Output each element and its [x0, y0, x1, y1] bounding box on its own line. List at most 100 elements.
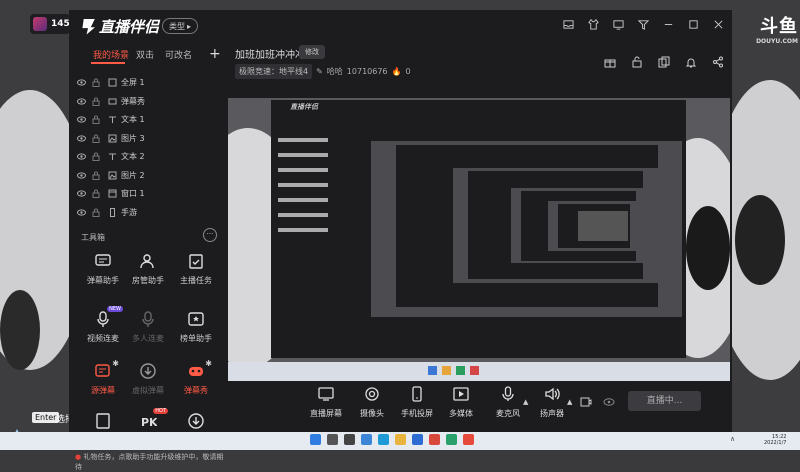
go-live-button[interactable]: 直播中... — [628, 391, 701, 411]
app-logo-text: 直播伴侣 — [99, 18, 160, 36]
eye-icon[interactable] — [77, 189, 86, 198]
file-explorer-icon[interactable] — [395, 434, 406, 445]
eye-icon[interactable] — [77, 152, 86, 161]
tool-label: 虚拟弹幕 — [132, 386, 164, 395]
tool-room-admin[interactable]: 房管助手 — [122, 252, 174, 288]
search-icon[interactable] — [327, 434, 338, 445]
danmu-source-icon: ✱ — [93, 359, 119, 382]
video-mic-icon: NEW — [93, 306, 123, 330]
bottom-tool-label: 直播屏幕 — [310, 409, 342, 418]
lock-icon[interactable] — [92, 78, 100, 87]
svg-text:PK: PK — [141, 416, 157, 429]
lock-icon[interactable] — [92, 97, 100, 106]
lock-icon[interactable] — [629, 54, 645, 70]
camera-button[interactable]: 摄像头 — [352, 386, 392, 419]
eye-icon[interactable] — [77, 97, 86, 106]
live-screen-button[interactable]: 直播屏幕 — [306, 386, 346, 419]
copy-icon[interactable] — [656, 54, 672, 70]
eye-icon[interactable] — [77, 78, 86, 87]
lock-icon[interactable] — [92, 134, 100, 143]
clipboard-check-icon — [186, 252, 206, 272]
mobile-cast-button[interactable]: 手机投屏 — [397, 386, 437, 419]
eye-icon[interactable] — [77, 115, 86, 124]
chat-bubble-icon — [93, 252, 113, 272]
monitor-icon[interactable] — [610, 16, 626, 32]
gift-box-icon[interactable] — [602, 54, 618, 70]
chrome-icon[interactable] — [429, 434, 440, 445]
pencil-icon[interactable]: ✎ — [316, 67, 323, 76]
edit-button[interactable]: 修改 — [299, 45, 325, 59]
edge-icon[interactable] — [378, 434, 389, 445]
bitrate-label: 哈哈 — [326, 67, 343, 76]
play-triangle-icon: ▸ — [186, 21, 191, 31]
system-clock[interactable]: 15:22 2022/1/7 — [764, 434, 786, 446]
live-companion-window: 直播伴侣 类型 ▸ 我的场景 双击 可改名 + 全屏 1 弹幕秀 文本 1 图片 3文… — [69, 10, 732, 471]
store-icon[interactable] — [412, 434, 423, 445]
maintenance-notice: ● 礼物任务，点歌助手功能升级维护中，敬请期待 — [75, 452, 227, 472]
inbox-icon[interactable] — [560, 16, 576, 32]
eye-icon[interactable] — [77, 171, 86, 180]
eye-icon[interactable] — [603, 393, 615, 412]
microphone-button[interactable]: 麦克风 — [488, 386, 528, 419]
shirt-icon[interactable] — [585, 16, 601, 32]
source-item[interactable]: 图片 3 — [69, 130, 227, 148]
record-icon[interactable] — [580, 393, 592, 412]
source-item[interactable]: 全屏 1 — [69, 74, 227, 92]
bell-icon[interactable] — [683, 54, 699, 70]
type-label: 类型 — [168, 21, 185, 31]
category-label[interactable]: 极限竞速：地平线4 — [235, 64, 313, 79]
media-icon — [441, 386, 481, 406]
source-item[interactable]: 弹幕秀 — [69, 93, 227, 111]
bottom-tool-label: 麦克风 — [496, 409, 520, 418]
windows-start-icon[interactable] — [310, 434, 321, 445]
tool-label: 弹幕秀 — [184, 386, 208, 395]
chevron-up-icon[interactable]: ∧ — [730, 435, 735, 443]
tool-virtual-danmu[interactable]: 虚拟弹幕 — [122, 362, 174, 398]
minimize-icon[interactable] — [660, 16, 676, 32]
speaker-button[interactable]: 扬声器 — [532, 386, 572, 419]
tab-my-scenes[interactable]: 我的场景 — [93, 48, 129, 61]
tool-host-tasks[interactable]: 主播任务 — [170, 252, 222, 288]
add-scene-button[interactable]: + — [209, 46, 221, 62]
eye-icon[interactable] — [77, 208, 86, 217]
stream-preview[interactable]: 直播伴侣 — [228, 98, 730, 381]
widgets-icon[interactable] — [361, 434, 372, 445]
lock-icon[interactable] — [92, 208, 100, 217]
funnel-icon[interactable] — [635, 16, 651, 32]
media-button[interactable]: 多媒体 — [441, 386, 481, 419]
source-item[interactable]: 文本 2 — [69, 148, 227, 166]
app-icon[interactable] — [446, 434, 457, 445]
source-label: 弹幕秀 — [121, 96, 145, 106]
windows-taskbar: ∧ 15:22 2022/1/7 — [0, 432, 800, 450]
danmu-show-icon — [108, 98, 117, 104]
type-dropdown-button[interactable]: 类型 ▸ — [162, 18, 198, 34]
image-icon — [108, 134, 117, 142]
tab-renamable[interactable]: 可改名 — [165, 48, 192, 61]
share-icon[interactable] — [710, 54, 726, 70]
avatar — [33, 17, 47, 31]
live-companion-taskbar-icon[interactable] — [463, 434, 474, 445]
tab-double-click[interactable]: 双击 — [136, 48, 154, 61]
tool-rank-assistant[interactable]: 榜单助手 — [170, 310, 222, 346]
gear-icon: ✱ — [205, 359, 212, 368]
source-item[interactable]: 图片 2 — [69, 167, 227, 185]
source-item[interactable]: 窗口 1 — [69, 185, 227, 203]
eye-icon[interactable] — [77, 134, 86, 143]
clock-date: 2022/1/7 — [764, 440, 787, 446]
maximize-icon[interactable] — [685, 16, 701, 32]
source-item[interactable]: 文本 1 — [69, 111, 227, 129]
app-logo: 直播伴侣 — [81, 16, 159, 37]
chevron-up-icon[interactable]: ▲ — [523, 398, 528, 406]
lock-icon[interactable] — [92, 171, 100, 180]
source-item[interactable]: 手游 — [69, 204, 227, 222]
more-icon[interactable]: ··· — [203, 228, 217, 242]
close-icon[interactable] — [710, 16, 726, 32]
tool-danmu-show[interactable]: ✱ 弹幕秀 — [170, 359, 222, 398]
lock-icon[interactable] — [92, 189, 100, 198]
fullscreen-icon — [108, 78, 117, 87]
lock-icon[interactable] — [92, 152, 100, 161]
lock-icon[interactable] — [92, 115, 100, 124]
task-view-icon[interactable] — [344, 434, 355, 445]
tool-multi-mic[interactable]: 多人连麦 — [122, 310, 174, 346]
chevron-up-icon[interactable]: ▲ — [567, 398, 572, 406]
